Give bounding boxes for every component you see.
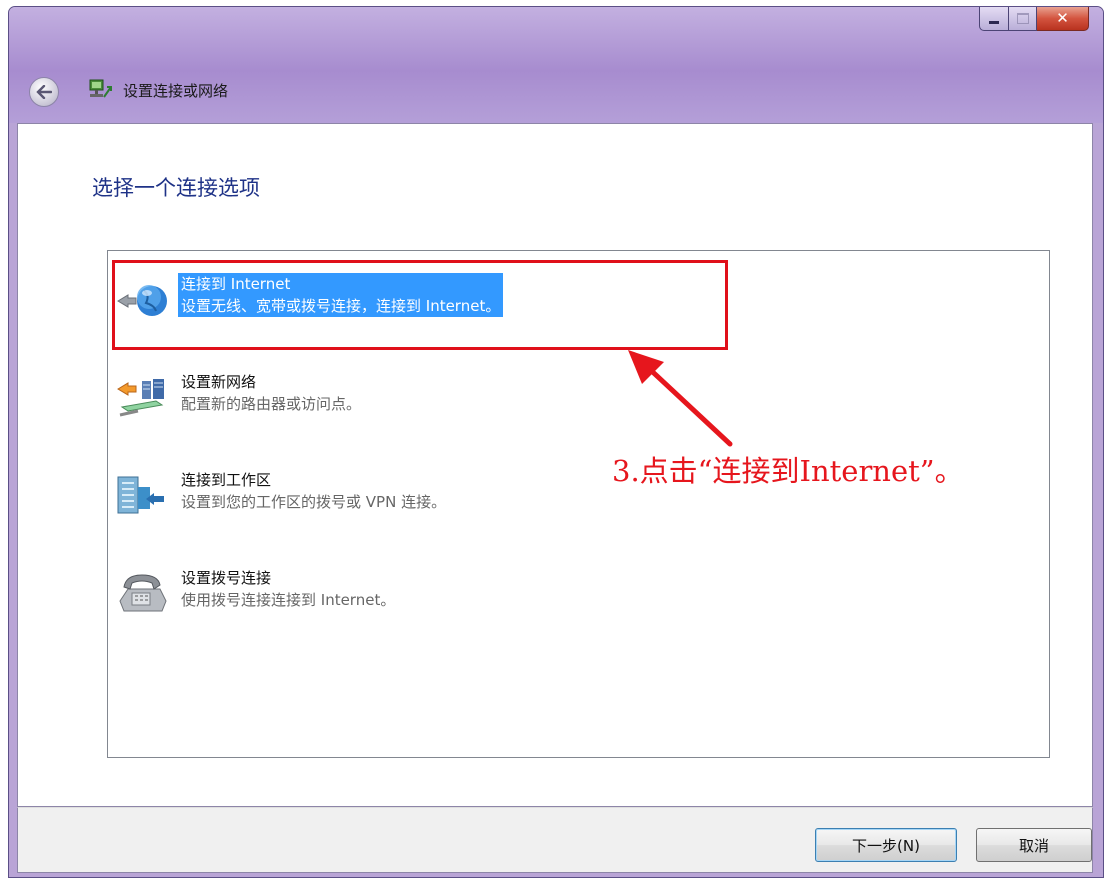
option-text: 连接到工作区 设置到您的工作区的拨号或 VPN 连接。 bbox=[181, 469, 446, 513]
phone-icon bbox=[119, 574, 167, 612]
connection-options-list: 连接到 Internet 设置无线、宽带或拨号连接，连接到 Internet。 … bbox=[107, 250, 1050, 758]
maximize-button bbox=[1009, 7, 1037, 31]
option-text: 设置拨号连接 使用拨号连接连接到 Internet。 bbox=[181, 567, 395, 611]
back-arrow-icon bbox=[36, 85, 52, 99]
dialog-window: ✕ 设置连接或网络 选择一个连接选项 连接到 Internet 设置无线、宽带或… bbox=[8, 6, 1104, 878]
back-button[interactable] bbox=[29, 77, 59, 107]
minimize-icon bbox=[989, 21, 999, 24]
option-text: 设置新网络 配置新的路由器或访问点。 bbox=[181, 371, 361, 415]
option-dialup[interactable]: 设置拨号连接 使用拨号连接连接到 Internet。 bbox=[116, 567, 816, 623]
close-icon: ✕ bbox=[1056, 9, 1069, 27]
option-description: 使用拨号连接连接到 Internet。 bbox=[181, 591, 396, 609]
network-icon bbox=[89, 79, 112, 98]
caption-buttons: ✕ bbox=[979, 7, 1089, 31]
option-title: 设置新网络 bbox=[181, 373, 257, 391]
router-icon bbox=[117, 379, 164, 417]
annotation-text: 3.点击“连接到Internet”。 bbox=[612, 454, 964, 488]
close-button[interactable]: ✕ bbox=[1037, 7, 1089, 31]
next-button[interactable]: 下一步(N) bbox=[815, 828, 957, 862]
option-description: 设置到您的工作区的拨号或 VPN 连接。 bbox=[181, 493, 447, 511]
maximize-icon bbox=[1016, 13, 1029, 24]
workplace-icon bbox=[117, 476, 164, 514]
window-title: 设置连接或网络 bbox=[123, 82, 229, 100]
annotation-arrow bbox=[628, 350, 733, 447]
option-title: 连接到工作区 bbox=[181, 471, 272, 489]
title-bar[interactable]: ✕ 设置连接或网络 bbox=[9, 7, 1103, 123]
option-description: 配置新的路由器或访问点。 bbox=[181, 395, 362, 413]
highlight-box bbox=[112, 260, 728, 350]
page-heading: 选择一个连接选项 bbox=[92, 176, 260, 200]
cancel-button[interactable]: 取消 bbox=[976, 828, 1092, 862]
minimize-button[interactable] bbox=[979, 7, 1009, 31]
option-title: 设置拨号连接 bbox=[181, 569, 272, 587]
button-bar: 下一步(N) 取消 bbox=[17, 807, 1093, 873]
